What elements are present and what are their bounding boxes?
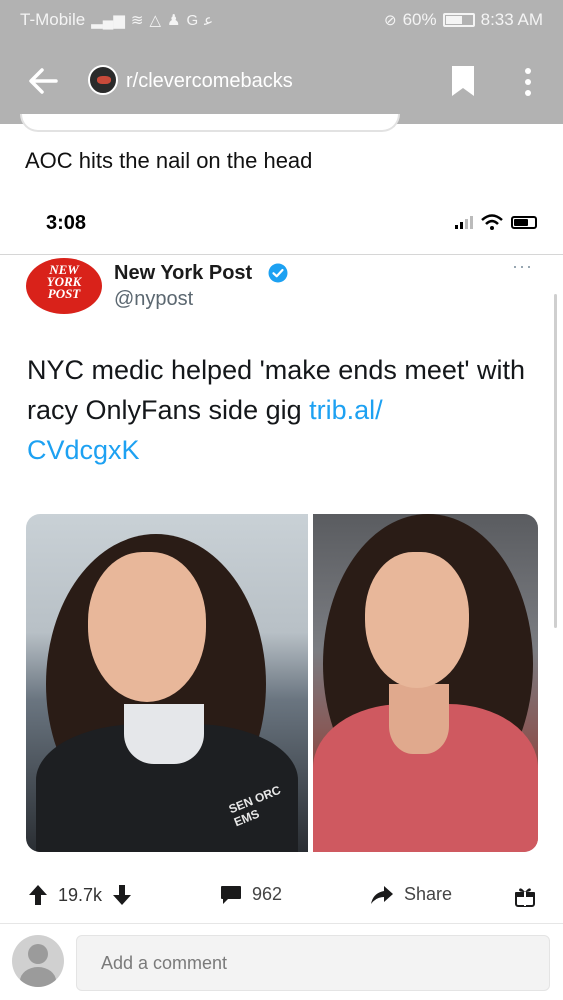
share-label: Share [404, 884, 453, 904]
nypost-logo: NEW YORK POST [26, 258, 102, 314]
wifi-icon [481, 214, 503, 230]
arabic-icon: ﻋ [204, 12, 214, 29]
subreddit-avatar-icon[interactable] [88, 65, 118, 95]
account-handle: @nypost [114, 288, 194, 310]
comment-count: 962 [252, 884, 283, 904]
account-name: New York Post [114, 262, 253, 284]
award-gift-icon[interactable] [514, 886, 536, 908]
battery-icon [511, 215, 537, 229]
status-bar-right: ⊘ 60% 8:33 AM [384, 10, 543, 30]
tweet-text: NYC medic helped 'make ends meet' with r… [27, 350, 537, 470]
wifi-icon: ≋ [130, 12, 144, 29]
bookmark-icon[interactable] [450, 64, 476, 98]
carrier-label: T-Mobile [20, 10, 86, 29]
downvote-icon[interactable] [112, 884, 132, 906]
comment-icon [221, 885, 241, 904]
subreddit-name[interactable]: r/clevercomebacks [126, 70, 293, 93]
user-avatar[interactable] [12, 935, 64, 987]
g-icon: G [186, 11, 199, 29]
signal-icon: ▂▄▆ [91, 12, 125, 29]
tweet-media: SEN ORC EMS [26, 514, 538, 852]
more-vert-icon[interactable] [518, 64, 538, 100]
divider [0, 254, 563, 255]
tweet-more-icon: ··· [512, 256, 533, 276]
post-title[interactable]: AOC hits the nail on the head [25, 148, 312, 174]
upvote-icon[interactable] [28, 884, 48, 906]
app-bar: r/clevercomebacks [0, 40, 563, 124]
back-arrow-icon[interactable] [26, 64, 60, 98]
alarm-off-icon: ⊘ [384, 12, 397, 29]
embedded-status-time: 3:08 [46, 212, 87, 234]
battery-percent: 60% [402, 10, 437, 29]
share-icon [371, 885, 393, 904]
tweet-body: NYC medic helped 'make ends meet' with r… [27, 355, 526, 425]
vote-count: 19.7k [58, 884, 103, 905]
battery-icon [442, 13, 475, 27]
clock: 8:33 AM [480, 10, 543, 29]
verified-badge-icon [268, 263, 288, 283]
share-button[interactable]: Share [370, 884, 452, 905]
embedded-status-icons [455, 214, 537, 230]
person-icon: ♟ [167, 12, 181, 29]
photo-medic-uniform: SEN ORC EMS [26, 514, 308, 852]
vote-group: 19.7k [28, 884, 132, 906]
status-bar: T-Mobile ▂▄▆ ≋ △ ♟ G ﻋ ⊘ 60% 8:33 AM [0, 0, 563, 40]
alert-icon: △ [149, 12, 162, 29]
scroll-indicator [554, 294, 557, 628]
post-actions: 19.7k 962 Share [0, 872, 563, 924]
comments-button[interactable]: 962 [220, 884, 282, 905]
comment-input[interactable] [76, 935, 550, 991]
post-header-strip [20, 114, 400, 132]
cellular-signal-icon [455, 215, 473, 229]
status-bar-left: T-Mobile ▂▄▆ ≋ △ ♟ G ﻋ [20, 10, 213, 30]
photo-selfie [313, 514, 538, 852]
post-image[interactable]: 3:08 NEW YORK POST New York Post @nypost… [0, 190, 563, 860]
